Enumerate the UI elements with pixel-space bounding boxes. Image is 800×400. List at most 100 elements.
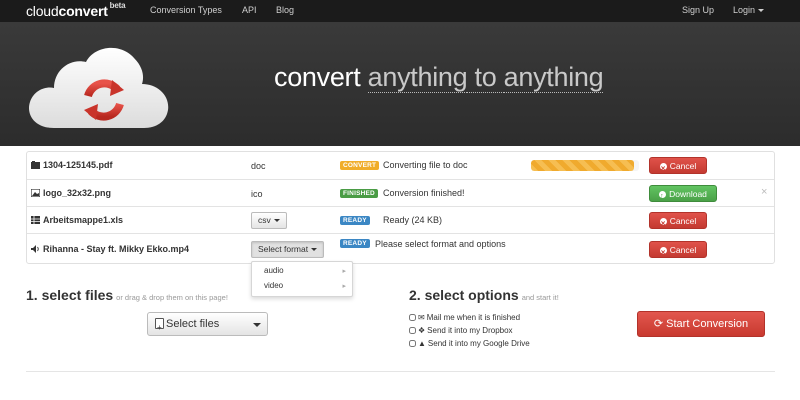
select-files-button[interactable]: Select files — [147, 312, 246, 339]
status-badge: CONVERT — [340, 161, 380, 170]
step1-title: 1. select files — [26, 287, 114, 303]
progress-bar — [531, 160, 639, 171]
add-file-icon — [155, 317, 164, 339]
progress-fill — [531, 160, 634, 171]
image-file-icon — [31, 189, 40, 197]
cancel-label: Cancel — [669, 245, 697, 255]
format-select-button[interactable]: Select format — [251, 241, 325, 258]
google-drive-icon: ▲ — [418, 339, 426, 348]
cloud-refresh-logo-icon — [29, 47, 169, 128]
brand-name-bold: convert — [58, 3, 108, 19]
select-files-dropdown-toggle[interactable] — [245, 312, 268, 336]
download-label: Download — [669, 189, 707, 199]
dropdown-item-video[interactable]: video — [264, 281, 283, 290]
divider — [26, 371, 775, 372]
file-name-text: 1304-125145.pdf — [43, 160, 113, 170]
brand-logo[interactable]: cloudconvert beta — [26, 1, 126, 19]
beta-label: beta — [109, 1, 126, 11]
chevron-down-icon — [253, 323, 261, 327]
hero-banner: convert anything to anything — [0, 22, 800, 146]
cancel-button[interactable]: Cancel — [649, 212, 707, 232]
spreadsheet-file-icon — [31, 216, 40, 224]
file-row: Rihanna - Stay ft. Mikky Ekko.mp4 Select… — [27, 233, 774, 263]
option-google-drive[interactable]: ▲ Send it into my Google Drive — [409, 339, 530, 348]
format-dropdown-menu: audio ▸ video ▸ — [251, 261, 353, 297]
tagline-prefix: convert — [274, 62, 368, 92]
status-badge: READY — [340, 216, 370, 225]
format-label: Select format — [258, 244, 309, 254]
file-name: logo_32x32.png — [31, 188, 111, 198]
file-name-text: Rihanna - Stay ft. Mikky Ekko.mp4 — [43, 244, 190, 254]
cancel-icon — [659, 160, 667, 177]
step2-subtitle: and start it! — [521, 293, 559, 302]
cancel-icon — [659, 215, 667, 232]
option-dropbox-label: Send it into my Dropbox — [427, 326, 513, 335]
cancel-label: Cancel — [669, 161, 697, 171]
nav-sign-up[interactable]: Sign Up — [682, 5, 714, 15]
audio-label: audio — [264, 266, 284, 275]
file-name: Arbeitsmappe1.xls — [31, 215, 123, 225]
video-label: video — [264, 281, 284, 290]
chevron-right-icon: ▸ — [342, 268, 346, 275]
status-text: Please select format and options — [375, 239, 506, 249]
file-name: 1304-125145.pdf — [31, 160, 113, 170]
file-row: 1304-125145.pdf doc CONVERT Converting f… — [27, 152, 774, 179]
mail-checkbox[interactable] — [409, 314, 416, 321]
file-name: Rihanna - Stay ft. Mikky Ekko.mp4 — [31, 244, 189, 254]
format-select-button[interactable]: csv — [251, 212, 287, 229]
step2-heading: 2. select options and start it! — [409, 287, 559, 303]
login-label: Login — [733, 5, 756, 15]
dropdown-item-audio[interactable]: audio — [264, 266, 284, 275]
dropbox-icon: ❖ — [418, 326, 426, 335]
option-mail-label: Mail me when it is finished — [426, 313, 521, 322]
step1-heading: 1. select files or drag & drop them on th… — [26, 287, 228, 303]
nav-login[interactable]: Login — [733, 5, 765, 15]
status-text: Converting file to doc — [383, 160, 468, 170]
dropbox-checkbox[interactable] — [409, 327, 416, 334]
status-text: Conversion finished! — [383, 188, 465, 198]
cancel-button[interactable]: Cancel — [649, 157, 707, 177]
nav-conversion-types[interactable]: Conversion Types — [150, 5, 222, 15]
select-files-label: Select files — [166, 318, 220, 330]
file-row: logo_32x32.png ico FINISHED Conversion f… — [27, 179, 774, 206]
cancel-label: Cancel — [669, 216, 697, 226]
step1-subtitle: or drag & drop them on this page! — [116, 293, 228, 302]
option-dropbox[interactable]: ❖ Send it into my Dropbox — [409, 326, 513, 335]
target-format: ico — [251, 189, 263, 199]
status-badge: FINISHED — [340, 189, 378, 198]
option-mail[interactable]: ✉ Mail me when it is finished — [409, 313, 520, 322]
status-text: Ready (24 KB) — [383, 215, 443, 225]
cancel-button[interactable]: Cancel — [649, 241, 707, 261]
tagline-anything-1: anything — [367, 62, 468, 93]
brand-name-light: cloud — [26, 3, 59, 19]
google-drive-checkbox[interactable] — [409, 340, 416, 347]
format-label: csv — [258, 215, 271, 225]
download-button[interactable]: Download — [649, 185, 717, 205]
pdf-file-icon — [31, 161, 40, 169]
file-name-text: Arbeitsmappe1.xls — [43, 215, 124, 225]
file-row: Arbeitsmappe1.xls csv READY Ready (24 KB… — [27, 206, 774, 233]
chevron-right-icon: ▸ — [342, 283, 346, 290]
close-icon[interactable]: × — [761, 186, 767, 198]
chevron-down-icon — [273, 219, 280, 223]
file-name-text: logo_32x32.png — [43, 188, 112, 198]
top-navbar: cloudconvert beta Conversion Types API Bl… — [0, 0, 800, 22]
download-icon — [659, 188, 667, 205]
mail-icon: ✉ — [418, 313, 425, 322]
status-badge: READY — [340, 239, 370, 248]
file-list: 1304-125145.pdf doc CONVERT Converting f… — [26, 151, 775, 264]
nav-blog[interactable]: Blog — [276, 5, 294, 15]
nav-api[interactable]: API — [242, 5, 257, 15]
tagline-anything-2: anything — [503, 62, 604, 93]
chevron-down-icon — [758, 9, 765, 13]
target-format: doc — [251, 161, 266, 171]
tagline-mid: to — [467, 62, 504, 93]
start-conversion-label: Start Conversion — [666, 318, 749, 330]
refresh-icon: ⟳ — [653, 318, 664, 330]
step2-title: 2. select options — [409, 287, 519, 303]
chevron-down-icon — [311, 248, 318, 252]
audio-file-icon — [31, 245, 39, 253]
start-conversion-button[interactable]: ⟳ Start Conversion — [637, 311, 765, 337]
hero-tagline: convert anything to anything — [274, 62, 604, 93]
cancel-icon — [659, 244, 667, 261]
